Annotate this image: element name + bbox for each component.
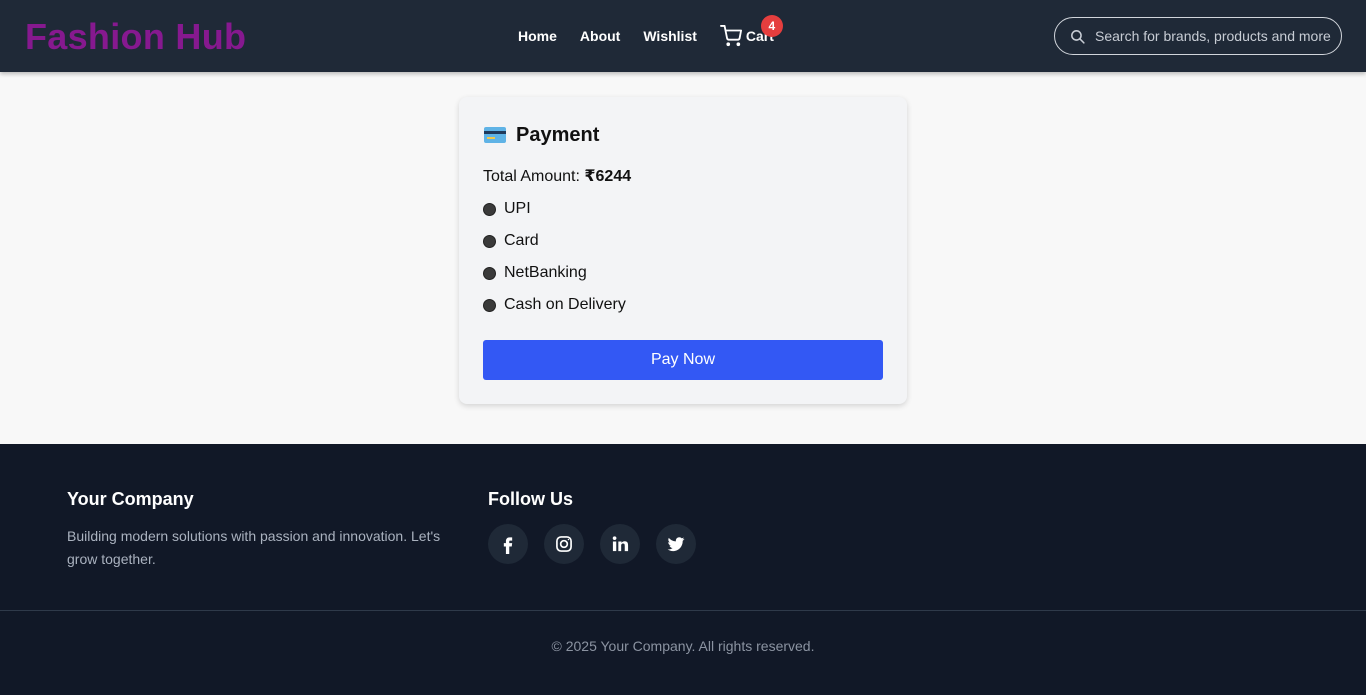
radio-button[interactable]	[483, 266, 496, 280]
search-box	[1054, 17, 1342, 55]
instagram-link[interactable]	[544, 524, 584, 564]
radio-button[interactable]	[483, 298, 496, 312]
footer-company-title: Your Company	[67, 489, 194, 509]
pay-now-button[interactable]: Pay Now	[483, 340, 883, 380]
total-amount: Total Amount: ₹6244	[483, 167, 631, 187]
payment-option-netbanking[interactable]: NetBanking	[483, 263, 587, 283]
nav-home-link[interactable]: Home	[518, 26, 557, 46]
search-input[interactable]	[1095, 28, 1335, 44]
payment-option-label: NetBanking	[504, 264, 587, 281]
payment-option-label: UPI	[504, 200, 531, 217]
total-value: ₹6244	[584, 168, 632, 185]
social-links	[488, 524, 712, 564]
instagram-icon	[556, 536, 572, 552]
cart-icon	[719, 25, 742, 47]
nav-cart-link[interactable]: Cart 4	[719, 15, 783, 47]
payment-option-upi[interactable]: UPI	[483, 199, 531, 219]
payment-card: Payment Total Amount: ₹6244 UPI Card Net…	[459, 97, 907, 404]
twitter-icon	[667, 537, 685, 552]
twitter-link[interactable]	[656, 524, 696, 564]
payment-option-label: Cash on Delivery	[504, 296, 626, 313]
site-logo[interactable]: Fashion Hub	[25, 16, 246, 58]
top-navbar: Fashion Hub Home About Wishlist Cart 4	[0, 0, 1366, 72]
nav-about-link[interactable]: About	[580, 26, 620, 46]
credit-card-icon	[484, 127, 506, 143]
payment-option-cod[interactable]: Cash on Delivery	[483, 295, 626, 315]
copyright-text: © 2025 Your Company. All rights reserved…	[551, 638, 815, 654]
footer-divider	[0, 610, 1366, 611]
main-nav: Home About Wishlist Cart 4	[518, 15, 783, 47]
payment-option-label: Card	[504, 232, 539, 249]
search-icon	[1071, 29, 1085, 44]
site-footer: Your Company Building modern solutions w…	[0, 444, 1366, 695]
linkedin-icon	[612, 536, 629, 552]
footer-company-description: Building modern solutions with passion a…	[67, 528, 441, 567]
payment-option-card[interactable]: Card	[483, 231, 539, 251]
facebook-link[interactable]	[488, 524, 528, 564]
cart-count-badge: 4	[760, 15, 783, 37]
radio-button[interactable]	[483, 234, 496, 248]
total-label: Total Amount:	[483, 168, 585, 185]
payment-heading: Payment	[484, 123, 599, 147]
nav-wishlist-link[interactable]: Wishlist	[643, 26, 697, 46]
facebook-icon	[503, 537, 513, 554]
footer-follow-title: Follow Us	[488, 489, 573, 509]
payment-title: Payment	[516, 124, 600, 146]
linkedin-link[interactable]	[600, 524, 640, 564]
radio-button[interactable]	[483, 202, 496, 216]
